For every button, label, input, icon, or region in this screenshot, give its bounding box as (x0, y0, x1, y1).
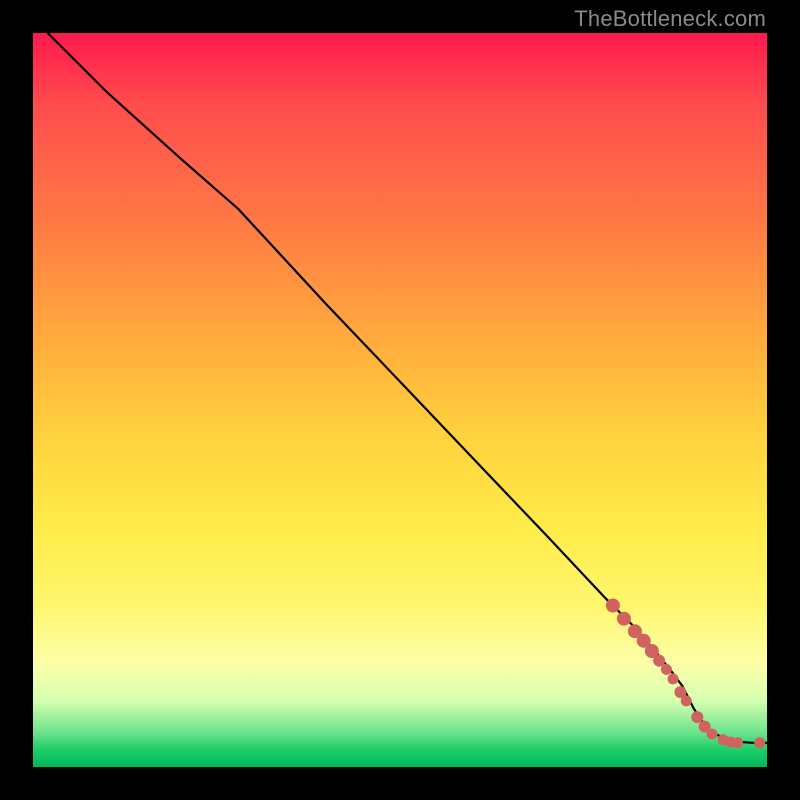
marker-cluster-upper-start (606, 599, 620, 613)
marker-group (606, 599, 765, 749)
chart-frame: TheBottleneck.com (0, 0, 800, 800)
chart-svg (33, 33, 767, 767)
marker-flat-gap (754, 737, 765, 748)
marker-cluster-upper-e (653, 655, 665, 667)
marker-cluster-mid-b (668, 673, 679, 684)
marker-flat-c (732, 737, 743, 748)
plot-area (33, 33, 767, 767)
marker-cluster-upper-a (617, 612, 631, 626)
watermark-label: TheBottleneck.com (574, 6, 766, 32)
marker-cluster-mid-d (681, 695, 692, 706)
bottleneck-curve (48, 33, 767, 743)
marker-cluster-mid-a (661, 664, 672, 675)
marker-cluster-low-c (707, 729, 718, 740)
marker-cluster-low-a (691, 711, 703, 723)
